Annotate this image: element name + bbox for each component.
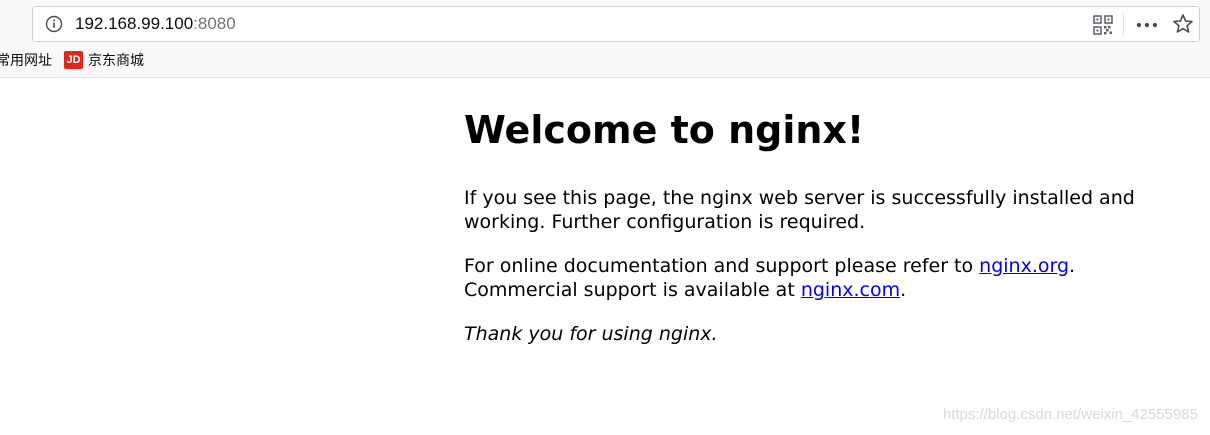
- support-paragraph: For online documentation and support ple…: [464, 254, 1144, 302]
- docs-text: For online documentation and support ple…: [464, 255, 980, 277]
- address-bar[interactable]: 192.168.99.100:8080: [32, 6, 1200, 42]
- qr-code-icon[interactable]: [1093, 15, 1113, 35]
- browser-chrome: 192.168.99.100:8080 常用网址 JD 京东商城: [0, 0, 1210, 78]
- intro-paragraph: If you see this page, the nginx web serv…: [464, 187, 1135, 233]
- url-port: :8080: [193, 14, 236, 33]
- bookmark-star-icon[interactable]: [1172, 13, 1194, 35]
- url-host: 192.168.99.100: [75, 14, 194, 33]
- page-title: Welcome to nginx!: [464, 108, 865, 152]
- docs-period: .: [1069, 255, 1076, 277]
- nginx-org-link[interactable]: nginx.org: [979, 255, 1069, 277]
- info-icon[interactable]: [45, 15, 63, 33]
- nginx-com-link[interactable]: nginx.com: [801, 279, 900, 301]
- thanks-text: Thank you for using nginx.: [464, 323, 718, 345]
- commercial-period: .: [900, 279, 907, 301]
- more-actions-icon[interactable]: [1135, 16, 1159, 34]
- bookmark-common-sites[interactable]: 常用网址: [0, 51, 52, 69]
- thanks-paragraph: Thank you for using nginx.: [464, 322, 1144, 346]
- bookmark-jd[interactable]: JD 京东商城: [64, 51, 144, 69]
- commercial-text: Commercial support is available at: [464, 279, 801, 301]
- page-content: Welcome to nginx! If you see this page, …: [464, 104, 1144, 366]
- bookmark-label: 京东商城: [88, 52, 144, 68]
- toolbar-separator: [1123, 13, 1124, 37]
- url-text[interactable]: 192.168.99.100:8080: [75, 14, 236, 34]
- bookmark-label: 常用网址: [0, 52, 52, 68]
- watermark: https://blog.csdn.net/weixin_42555985: [942, 406, 1198, 423]
- jd-logo-icon: JD: [64, 51, 83, 69]
